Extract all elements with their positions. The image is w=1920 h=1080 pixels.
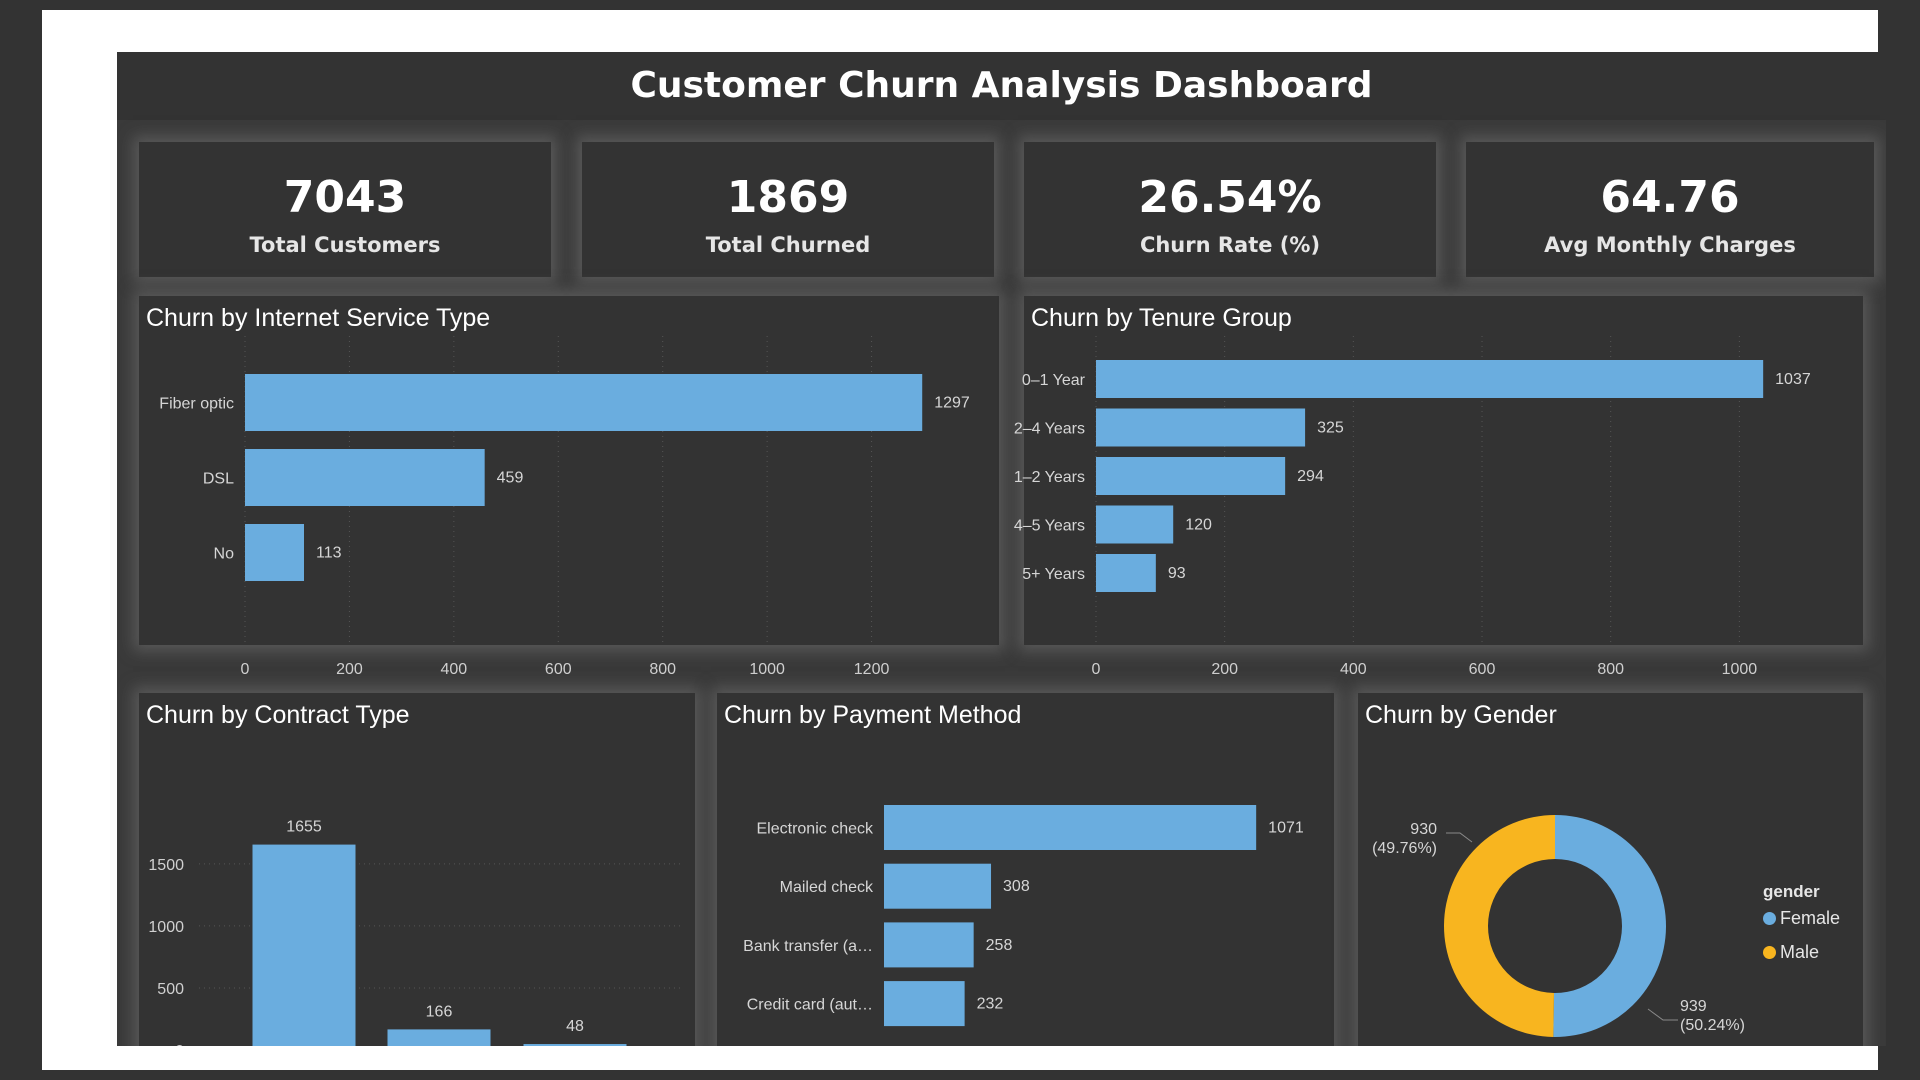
bar: [884, 805, 1257, 850]
dashboard-title: Customer Churn Analysis Dashboard: [117, 52, 1886, 120]
panel-churn-by-payment-method[interactable]: Churn by Payment Method 0 500 1000 Electron…: [717, 693, 1334, 1046]
x-tick-label: 800: [1597, 661, 1624, 678]
kpi-card-avg-monthly-charges[interactable]: 64.76 Avg Monthly Charges: [1466, 142, 1874, 277]
legend-title: gender: [1763, 882, 1820, 901]
bar: [245, 374, 923, 431]
kpi-label: Total Customers: [249, 233, 441, 257]
slice-value-label: 930: [1410, 821, 1437, 838]
contract-column-chart: 0500100015001655Month-to-month166One yea…: [148, 819, 684, 1046]
x-tick-label: 400: [1340, 661, 1367, 678]
kpi-card-churn-rate[interactable]: 26.54% Churn Rate (%): [1024, 142, 1436, 277]
kpi-card-total-customers[interactable]: 7043 Total Customers: [139, 142, 551, 277]
leader-line: [1647, 1008, 1678, 1021]
data-label: 258: [986, 937, 1013, 954]
data-label: 1655: [286, 819, 322, 836]
panel-churn-by-contract[interactable]: Churn by Contract Type 0 500 1000 1500 1655 M…: [139, 693, 695, 1046]
x-tick-label: 1000: [1722, 661, 1758, 678]
bar: [884, 922, 974, 968]
donut-slice-female: [1553, 815, 1666, 1037]
panel-churn-by-tenure[interactable]: Churn by Tenure Group 0 200 400 600 800 1000 0…: [1014, 296, 1863, 678]
bar: [1096, 554, 1156, 592]
data-label: 93: [1168, 565, 1186, 582]
data-label: 120: [1185, 517, 1212, 534]
y-tick-label: 0: [175, 1043, 184, 1046]
data-label: 48: [566, 1018, 584, 1035]
bar: [1096, 457, 1286, 495]
kpi-label: Total Churned: [705, 233, 871, 257]
x-tick-label: 400: [441, 661, 468, 678]
gender-donut-chart: 939 (50.24%) 930 (49.76%): [1372, 815, 1745, 1037]
category-label: No: [214, 546, 235, 563]
category-label: Electronic check: [757, 821, 874, 838]
kpi-value: 26.54%: [1138, 172, 1322, 223]
y-tick-label: 1500: [148, 857, 184, 874]
category-label: Fiber optic: [159, 396, 234, 413]
legend-label: Female: [1780, 908, 1841, 928]
bar: [245, 524, 305, 581]
category-label: Mailed check: [780, 879, 874, 896]
legend-label: Male: [1780, 942, 1820, 962]
y-tick-label: 500: [157, 981, 184, 998]
tenure-bar-chart: 0 200 400 600 800 1000 0–1 Year 1037 2–4 Years 32…: [1014, 336, 1811, 678]
data-label: 294: [1297, 468, 1324, 485]
data-label: 1037: [1775, 371, 1811, 388]
category-label: Bank transfer (a…: [743, 938, 873, 955]
x-tick-label: 1200: [854, 661, 890, 678]
x-tick-label: 1000: [749, 661, 785, 678]
data-label: 325: [1317, 420, 1344, 437]
kpi-value: 64.76: [1600, 172, 1740, 223]
bar: [1096, 505, 1174, 544]
data-label: 1297: [934, 395, 970, 412]
data-label: 308: [1003, 878, 1030, 895]
x-tick-label: 600: [1469, 661, 1496, 678]
x-tick-label: 0: [1092, 661, 1101, 678]
x-tick-label: 600: [545, 661, 572, 678]
legend-item-female[interactable]: Female: [1763, 908, 1840, 929]
data-label: 113: [316, 545, 342, 562]
bar: [884, 863, 992, 909]
report-page-frame: Customer Churn Analysis Dashboard 7043 T…: [42, 10, 1886, 1070]
bar: [1096, 408, 1306, 447]
data-label: 1071: [1268, 820, 1304, 837]
kpi-value: 7043: [283, 172, 407, 223]
internet-service-bar-chart: 0 200 400 600 800 1000 1200 Fiber optic 1297 DSL 4…: [159, 336, 970, 678]
bar: [1096, 360, 1764, 398]
kpi-card-total-churned[interactable]: 1869 Total Churned: [582, 142, 994, 277]
legend-swatch-male: [1763, 946, 1776, 959]
x-tick-label: 200: [336, 661, 363, 678]
data-label: 232: [977, 996, 1004, 1013]
payment-bar-chart: 0 500 1000Electronic check 1071Mailed check…: [743, 805, 1304, 1027]
slice-percent-label: (49.76%): [1372, 840, 1437, 857]
bar: [245, 449, 485, 506]
category-label: 2–4 Years: [1014, 421, 1085, 438]
bar: [252, 844, 356, 1046]
data-label: 459: [497, 470, 524, 487]
kpi-value: 1869: [726, 172, 850, 223]
bar: [523, 1044, 627, 1046]
bar: [387, 1029, 491, 1046]
panel-churn-by-gender[interactable]: Churn by Gender 939 (50.24%) 930 (49.76%) g…: [1358, 693, 1863, 1046]
category-label: Credit card (aut…: [747, 997, 873, 1014]
kpi-label: Churn Rate (%): [1139, 233, 1321, 257]
x-tick-label: 200: [1211, 661, 1238, 678]
kpi-label: Avg Monthly Charges: [1544, 233, 1796, 257]
leader-line: [1446, 832, 1473, 843]
slice-value-label: 939: [1680, 998, 1707, 1015]
y-tick-label: 1000: [148, 919, 184, 936]
category-label: 1–2 Years: [1014, 469, 1085, 486]
x-tick-label: 0: [241, 661, 250, 678]
bar: [884, 981, 965, 1027]
category-label: 0–1 Year: [1022, 372, 1086, 389]
data-label: 166: [426, 1003, 453, 1020]
category-label: DSL: [203, 471, 234, 488]
legend-swatch-female: [1763, 912, 1776, 925]
slice-percent-label: (50.24%): [1680, 1017, 1745, 1034]
legend-item-male[interactable]: Male: [1763, 942, 1819, 963]
donut-slice-male: [1444, 815, 1555, 1037]
dashboard-canvas: Customer Churn Analysis Dashboard 7043 T…: [117, 52, 1886, 1046]
category-label: 5+ Years: [1022, 566, 1085, 583]
category-label: 4–5 Years: [1014, 518, 1085, 535]
panel-churn-by-internet-service[interactable]: Churn by Internet Service Type 0 200 400 60…: [139, 296, 999, 678]
x-tick-label: 800: [649, 661, 676, 678]
